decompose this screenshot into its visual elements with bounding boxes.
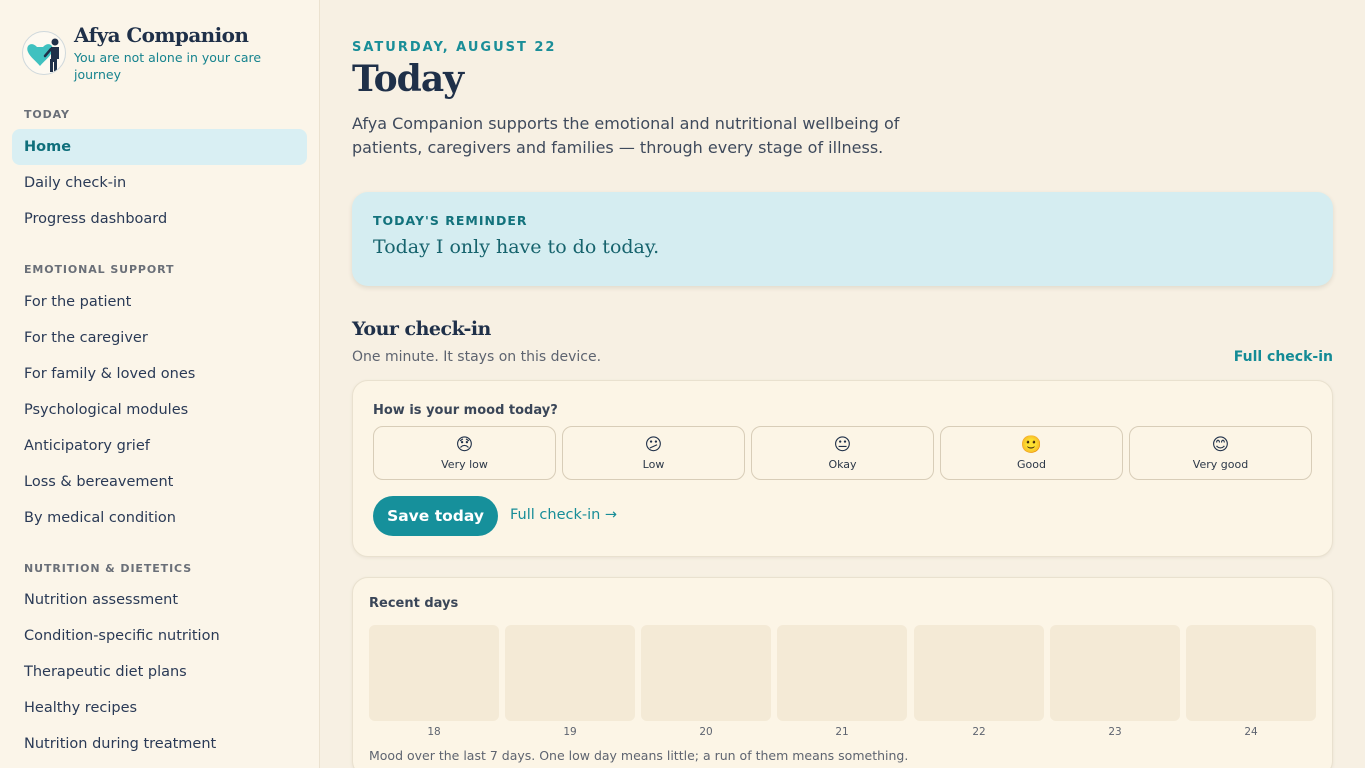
day-mood-cell (1186, 625, 1316, 721)
sidebar-item-condition-specific-nutrition[interactable]: Condition-specific nutrition (12, 618, 307, 654)
reminder-label: TODAY'S REMINDER (373, 213, 528, 228)
day-mood-cell (369, 625, 499, 721)
mood-option-label: Okay (828, 458, 857, 471)
sidebar-item-for-the-patient[interactable]: For the patient (12, 284, 307, 320)
day-label: 18 (427, 726, 441, 738)
day-label: 23 (1108, 726, 1122, 738)
mood-option-very-good[interactable]: 😊 Very good (1129, 426, 1312, 480)
mood-option-very-low[interactable]: 😞 Very low (373, 426, 556, 480)
mood-option-low[interactable]: 😕 Low (562, 426, 745, 480)
day-mood-cell (1050, 625, 1180, 721)
brand-tagline: You are not alone in your care journey (74, 50, 262, 82)
recent-days-title: Recent days (369, 596, 459, 611)
mood-option-okay[interactable]: 😐 Okay (751, 426, 934, 480)
checkin-title: Your check-in (352, 318, 491, 340)
sidebar-item-for-the-caregiver[interactable]: For the caregiver (12, 320, 307, 356)
nav-section-nutrition: NUTRITION & DIETETICS (24, 562, 193, 575)
very-low-face-icon: 😞 (455, 435, 474, 455)
sidebar-item-progress-dashboard[interactable]: Progress dashboard (12, 201, 307, 237)
mood-option-label: Very good (1192, 458, 1249, 471)
sidebar-item-anticipatory-grief[interactable]: Anticipatory grief (12, 428, 307, 464)
day-label: 21 (835, 726, 849, 738)
day-label: 19 (563, 726, 577, 738)
mood-option-good[interactable]: 🙂 Good (940, 426, 1123, 480)
recent-days-note: Mood over the last 7 days. One low day m… (369, 748, 909, 763)
mood-option-label: Low (642, 458, 665, 471)
save-today-button[interactable]: Save today (373, 496, 498, 536)
smile-face-icon: 🙂 (1020, 435, 1043, 455)
mood-option-label: Very low (441, 458, 488, 471)
sidebar-item-by-medical-condition[interactable]: By medical condition (12, 500, 307, 536)
sidebar-item-therapeutic-diet-plans[interactable]: Therapeutic diet plans (12, 654, 307, 690)
nav-section-emotional-support: EMOTIONAL SUPPORT (24, 263, 175, 276)
sidebar-item-nutrition-during-treatment[interactable]: Nutrition during treatment (12, 726, 307, 762)
main-content: SATURDAY, AUGUST 22 Today Afya Companion… (352, 0, 1333, 768)
nav-section-today: TODAY (24, 108, 70, 121)
brand[interactable]: Afya Companion You are not alone in your… (22, 23, 302, 85)
reminder-text: Today I only have to do today. (373, 236, 660, 258)
checkin-subtitle: One minute. It stays on this device. (352, 349, 602, 365)
day-mood-cell (777, 625, 907, 721)
sidebar-item-healthy-recipes[interactable]: Healthy recipes (12, 690, 307, 726)
mood-question: How is your mood today? (373, 403, 558, 418)
sidebar-item-daily-check-in[interactable]: Daily check-in (12, 165, 307, 201)
brand-title: Afya Companion (74, 23, 249, 47)
low-face-icon: 😕 (644, 435, 663, 455)
day-mood-cell (641, 625, 771, 721)
sidebar-item-for-family[interactable]: For family & loved ones (12, 356, 307, 392)
sidebar-item-home[interactable]: Home (12, 129, 307, 165)
page-date: SATURDAY, AUGUST 22 (352, 40, 557, 55)
full-check-in-link[interactable]: Full check-in (1234, 349, 1333, 365)
page-intro: Afya Companion supports the emotional an… (352, 114, 900, 157)
neutral-face-icon: 😐 (833, 435, 852, 455)
sidebar-item-psychological-modules[interactable]: Psychological modules (12, 392, 307, 428)
sidebar: Afya Companion You are not alone in your… (0, 0, 320, 768)
day-mood-cell (505, 625, 635, 721)
full-check-in-arrow-link[interactable]: Full check-in → (510, 507, 617, 523)
mood-option-label: Good (1017, 458, 1046, 471)
mood-card: How is your mood today? 😞 Very low 😕 Low… (352, 380, 1333, 557)
page-title: Today (352, 58, 464, 100)
sidebar-item-nutrition-assessment[interactable]: Nutrition assessment (12, 582, 307, 618)
day-label: 24 (1244, 726, 1258, 738)
day-label: 20 (699, 726, 713, 738)
reminder-card: TODAY'S REMINDER Today I only have to do… (352, 192, 1333, 286)
recent-days-card: Recent days 18 19 20 21 22 23 24 Mood ov… (352, 577, 1333, 768)
heart-person-logo-icon (22, 31, 66, 75)
sidebar-item-loss-bereavement[interactable]: Loss & bereavement (12, 464, 307, 500)
happy-face-icon: 😊 (1211, 435, 1230, 455)
day-label: 22 (972, 726, 986, 738)
day-mood-cell (914, 625, 1044, 721)
